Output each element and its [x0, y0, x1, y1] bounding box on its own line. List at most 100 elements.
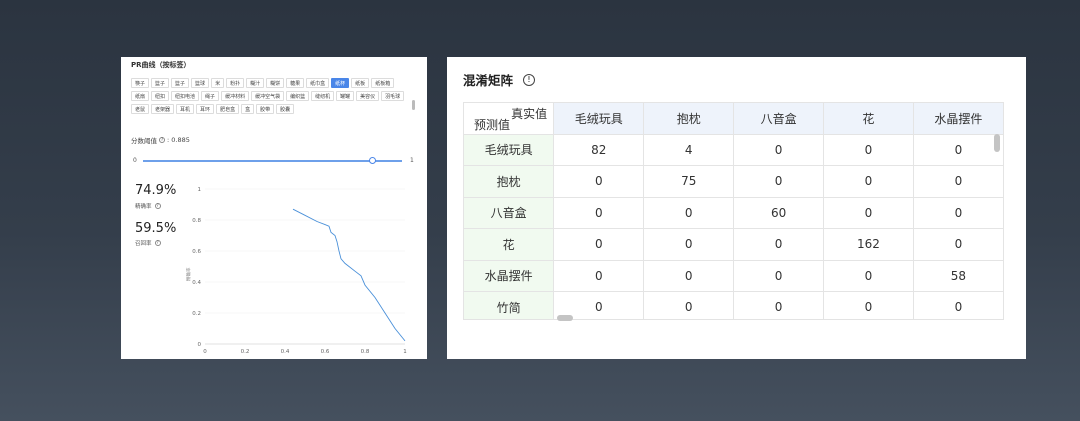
label-tag[interactable]: 缓冲空气袋	[251, 91, 285, 101]
label-tag[interactable]: 纸巾盒	[306, 78, 330, 88]
matrix-cell: 0	[823, 196, 914, 229]
matrix-cell: 0	[912, 133, 1004, 166]
matrix-cell: 0	[733, 259, 825, 292]
table-row: 竹简 0 0 0 0 0	[463, 291, 1004, 319]
y-tick-label: 0	[198, 342, 202, 348]
x-tick-label: 0.6	[321, 349, 330, 355]
y-tick-label: 0.4	[192, 280, 201, 286]
recall-value: 59.5%	[135, 221, 177, 236]
y-axis-label: 精确率	[185, 267, 192, 281]
label-tag[interactable]: 羽毛球	[381, 91, 405, 101]
label-tag[interactable]: 耳机	[176, 104, 195, 114]
threshold-slider-track[interactable]	[143, 160, 402, 162]
horizontal-scrollbar[interactable]	[557, 315, 573, 321]
info-icon[interactable]: !	[523, 73, 536, 86]
label-tag[interactable]: 胶带	[256, 104, 275, 114]
matrix-cell: 0	[912, 165, 1004, 198]
column-header: 抱枕	[643, 102, 735, 135]
pr-curve-chart: 0 0.2 0.4 0.6 0.8 1 0 0.2 0.4 0.6 0.8 1 精确率	[185, 187, 407, 355]
label-tag[interactable]: 胶囊	[276, 104, 295, 114]
label-tag[interactable]: 粉扑	[226, 78, 245, 88]
column-header: 毛绒玩具	[553, 102, 645, 135]
help-icon[interactable]: ?	[154, 240, 161, 246]
x-tick-label: 0.2	[241, 349, 250, 355]
label-tag[interactable]: 美容仪	[356, 91, 380, 101]
column-header: 八音盒	[733, 102, 825, 135]
matrix-cell: 0	[643, 228, 735, 261]
threshold-value: : 0.885	[167, 136, 190, 144]
pr-curve-panel: PR曲线（按标签） 筷子 篮子 篮子 篮球米粉扑 糊汁 糊饼 糖果 纸巾盒 纸杯 纸板 纸板箱 纸扇纽…	[121, 57, 427, 359]
x-tick-label: 0.8	[361, 349, 370, 355]
matrix-cell: 4	[643, 133, 735, 166]
y-tick-label: 0.6	[192, 249, 201, 255]
table-row: 毛绒玩具 82 4 0 0 0	[463, 133, 1004, 166]
vertical-scrollbar[interactable]	[994, 134, 1000, 152]
label-tag[interactable]: 绳子	[201, 91, 220, 101]
label-tag[interactable]: 老鼠	[131, 104, 150, 114]
matrix-cell: 162	[823, 228, 914, 261]
matrix-cell: 0	[643, 259, 735, 292]
label-tag[interactable]: 缝纫机	[311, 91, 335, 101]
recall-label: 召回率	[135, 241, 152, 247]
label-tag[interactable]: 纽扣	[151, 91, 170, 101]
table-row: 花 0 0 0 162 0	[463, 228, 1004, 261]
corner-pred-label: 预测值	[474, 117, 511, 132]
precision-label-row: 精确率 ?	[135, 202, 161, 210]
matrix-cell: 0	[553, 196, 645, 229]
label-tag[interactable]: 纸杯	[331, 78, 350, 88]
row-header: 花	[463, 228, 555, 261]
label-tag[interactable]: 耳环	[196, 104, 215, 114]
label-tag[interactable]: 筷子	[131, 78, 150, 88]
label-tag[interactable]: 篮子	[171, 78, 190, 88]
tag-list-scrollbar[interactable]	[412, 100, 415, 110]
matrix-cell: 0	[733, 165, 825, 198]
label-tag[interactable]: 米	[211, 78, 225, 88]
recall-label-row: 召回率 ?	[135, 239, 161, 247]
label-tag[interactable]: 纸扇	[131, 91, 150, 101]
matrix-cell: 0	[823, 165, 914, 198]
label-tag[interactable]: 纸板箱	[371, 78, 395, 88]
table-row: 八音盒 0 0 60 0 0	[463, 196, 1004, 229]
confusion-matrix-panel: 混淆矩阵 ! 真实值 预测值 毛绒玩具 抱枕 八音盒花水晶摆件 毛绒玩具 82 4 0 0 0…	[447, 57, 1026, 359]
threshold-slider-handle[interactable]	[368, 157, 376, 164]
corner-true-label: 真实值	[511, 107, 548, 121]
label-tag[interactable]: 编织篮	[286, 91, 310, 101]
row-header: 抱枕	[463, 165, 555, 198]
y-tick-label: 0.8	[192, 218, 201, 224]
label-tag-list[interactable]: 筷子 篮子 篮子 篮球米粉扑 糊汁 糊饼 糖果 纸巾盒 纸杯 纸板 纸板箱 纸扇 纽扣 纽扣电池 绳子 缓冲材…	[131, 78, 417, 119]
label-tag[interactable]: 糊饼	[266, 78, 285, 88]
slider-max-label: 1	[410, 157, 414, 164]
matrix-cell: 0	[733, 228, 825, 261]
x-tick-label: 0.4	[281, 349, 290, 355]
label-tag[interactable]: 糖果	[286, 78, 305, 88]
x-tick-label: 1	[403, 349, 407, 355]
matrix-cell: 0	[733, 291, 825, 319]
label-tag[interactable]: 缓冲材料	[221, 91, 250, 101]
help-icon[interactable]: ?	[154, 203, 161, 209]
label-tag[interactable]: 篮球	[191, 78, 210, 88]
label-tag[interactable]: 篮子	[151, 78, 170, 88]
threshold-row: 分数阈值 ? : 0.885	[131, 135, 190, 145]
label-tag[interactable]: 老架器	[151, 104, 175, 114]
label-tag[interactable]: 纸板	[351, 78, 370, 88]
row-header: 毛绒玩具	[463, 133, 555, 166]
label-tag[interactable]: 肥皂盒	[216, 104, 240, 114]
label-tag[interactable]: 糊汁	[246, 78, 265, 88]
matrix-cell: 0	[912, 291, 1004, 319]
slider-min-label: 0	[133, 157, 137, 164]
label-tag[interactable]: 盒	[241, 104, 255, 114]
label-tag[interactable]: 罐罐	[336, 91, 355, 101]
table-row: 抱枕 0 75 0 0 0	[463, 165, 1004, 198]
matrix-cell: 0	[823, 133, 914, 166]
confusion-matrix-table: 真实值 预测值 毛绒玩具 抱枕 八音盒花水晶摆件 毛绒玩具 82 4 0 0 0 抱枕 0 75 0 0…	[463, 102, 1004, 319]
confusion-matrix-scroll-area[interactable]: 真实值 预测值 毛绒玩具 抱枕 八音盒花水晶摆件 毛绒玩具 82 4 0 0 0 抱枕 0 75 0 0…	[463, 102, 1004, 320]
help-icon[interactable]: ?	[159, 137, 165, 143]
matrix-cell: 0	[823, 259, 914, 292]
precision-value: 74.9%	[135, 183, 177, 198]
column-header: 水晶摆件	[912, 102, 1004, 135]
matrix-cell: 0	[643, 291, 735, 319]
confusion-matrix-title: 混淆矩阵 !	[463, 70, 536, 89]
label-tag[interactable]: 纽扣电池	[171, 91, 200, 101]
matrix-cell: 0	[823, 291, 914, 319]
corner-cell: 真实值 预测值	[463, 102, 555, 135]
